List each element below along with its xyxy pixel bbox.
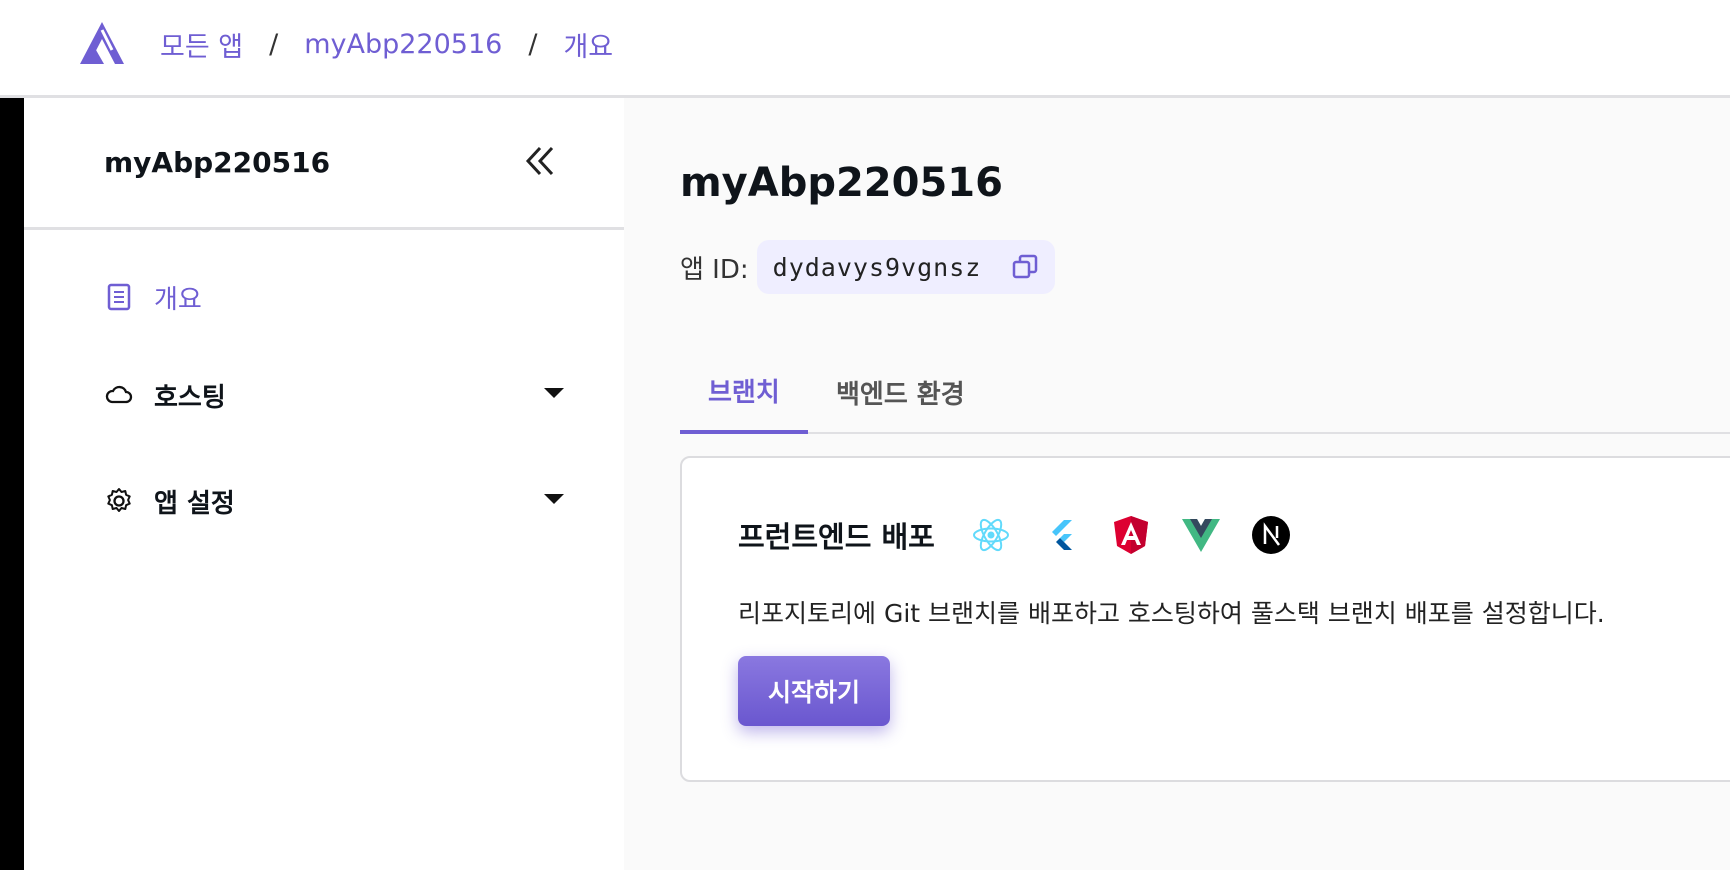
- chevron-down-icon[interactable]: [544, 494, 564, 504]
- chevron-down-icon[interactable]: [544, 388, 564, 398]
- copy-icon[interactable]: [1011, 253, 1039, 281]
- sidebar: myAbp220516 개요 호스팅 앱 설정: [24, 98, 624, 870]
- breadcrumb: 모든 앱 / myAbp220516 / 개요: [160, 24, 613, 64]
- tab-branches[interactable]: 브랜치: [680, 350, 808, 434]
- document-icon: [107, 283, 131, 311]
- breadcrumb-separator: /: [269, 28, 279, 60]
- sidebar-item-label: 호스팅: [154, 382, 226, 413]
- cloud-icon: [105, 385, 133, 404]
- sidebar-item-app-settings[interactable]: 앱 설정: [104, 476, 564, 526]
- framework-icons: [970, 514, 1320, 556]
- sidebar-item-overview[interactable]: 개요: [104, 272, 564, 322]
- sidebar-title: myAbp220516: [104, 146, 331, 179]
- sidebar-item-label: 개요: [154, 284, 202, 315]
- react-icon: [973, 518, 1009, 552]
- breadcrumb-separator: /: [528, 28, 538, 60]
- get-started-button[interactable]: 시작하기: [738, 656, 890, 726]
- collapse-sidebar-icon[interactable]: [522, 142, 560, 180]
- sidebar-header: myAbp220516: [24, 98, 624, 230]
- app-id-label: 앱 ID:: [680, 254, 749, 285]
- angular-icon: [1114, 516, 1148, 554]
- breadcrumb-all-apps[interactable]: 모든 앱: [160, 25, 243, 64]
- card-title: 프런트엔드 배포: [738, 520, 935, 554]
- frontend-deploy-card: 프런트엔드 배포 리포지토리에 Git 브랜치를 배포하고 호스팅하여 풀스택 …: [680, 456, 1730, 782]
- gear-icon: [107, 488, 131, 512]
- app-id-chip: dydavys9vgnsz: [756, 240, 1056, 294]
- app-id-row: 앱 ID: dydavys9vgnsz: [680, 240, 1056, 294]
- app-id-value: dydavys9vgnsz: [772, 252, 982, 282]
- sidebar-item-hosting[interactable]: 호스팅: [104, 370, 564, 420]
- sidebar-item-label: 앱 설정: [154, 488, 235, 519]
- amplify-logo-icon[interactable]: [78, 20, 126, 66]
- page-title: myAbp220516: [680, 160, 1003, 206]
- breadcrumb-app[interactable]: myAbp220516: [304, 29, 502, 60]
- tab-bar: 브랜치 백엔드 환경: [680, 350, 1730, 434]
- tab-backend-environments[interactable]: 백엔드 환경: [808, 350, 993, 434]
- vue-icon: [1182, 519, 1220, 552]
- top-bar: 모든 앱 / myAbp220516 / 개요: [0, 0, 1730, 98]
- main-content: myAbp220516 앱 ID: dydavys9vgnsz 브랜치 백엔드 …: [624, 98, 1730, 870]
- card-description: 리포지토리에 Git 브랜치를 배포하고 호스팅하여 풀스택 브랜치 배포를 설…: [738, 599, 1605, 628]
- flutter-icon: [1052, 520, 1072, 550]
- breadcrumb-current[interactable]: 개요: [563, 25, 613, 64]
- nextjs-icon: [1252, 516, 1290, 554]
- app-window: 모든 앱 / myAbp220516 / 개요 myAbp220516 개요 호…: [0, 0, 1730, 870]
